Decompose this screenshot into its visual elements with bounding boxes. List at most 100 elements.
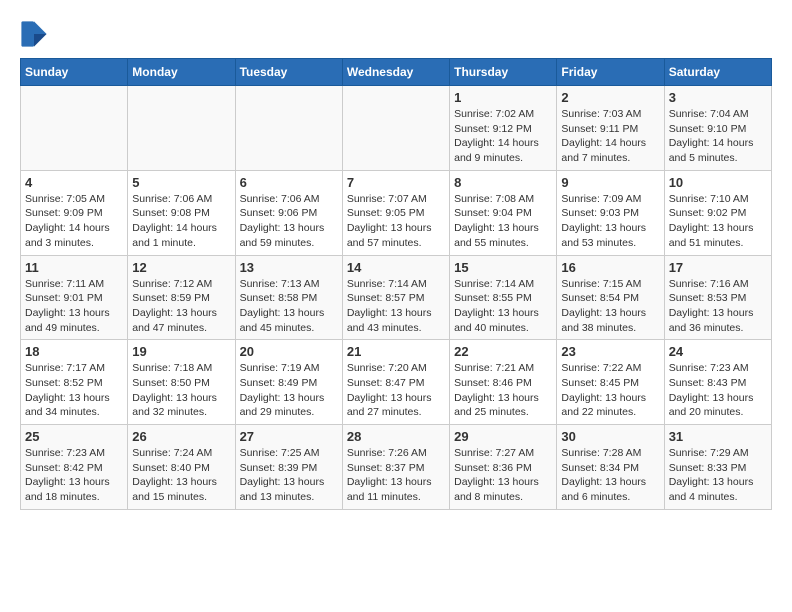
day-number: 16 — [561, 260, 659, 275]
week-row-5: 25 Sunrise: 7:23 AMSunset: 8:42 PMDayligh… — [21, 425, 772, 510]
day-number: 10 — [669, 175, 767, 190]
calendar-cell: 5 Sunrise: 7:06 AMSunset: 9:08 PMDaylight… — [128, 170, 235, 255]
day-number: 17 — [669, 260, 767, 275]
calendar-cell: 7 Sunrise: 7:07 AMSunset: 9:05 PMDaylight… — [342, 170, 449, 255]
day-info: Sunrise: 7:15 AMSunset: 8:54 PMDaylight:… — [561, 277, 659, 336]
day-info: Sunrise: 7:12 AMSunset: 8:59 PMDaylight:… — [132, 277, 230, 336]
header-saturday: Saturday — [664, 59, 771, 86]
day-number: 20 — [240, 344, 338, 359]
calendar-cell: 9Sunrise: 7:09 AMSunset: 9:03 PMDaylight… — [557, 170, 664, 255]
calendar-cell: 27 Sunrise: 7:25 AMSunset: 8:39 PMDayligh… — [235, 425, 342, 510]
day-number: 14 — [347, 260, 445, 275]
calendar-cell: 17Sunrise: 7:16 AMSunset: 8:53 PMDayligh… — [664, 255, 771, 340]
day-number: 30 — [561, 429, 659, 444]
day-number: 26 — [132, 429, 230, 444]
header-row: SundayMondayTuesdayWednesdayThursdayFrid… — [21, 59, 772, 86]
week-row-1: 1 Sunrise: 7:02 AMSunset: 9:12 PMDaylight… — [21, 86, 772, 171]
day-info: Sunrise: 7:05 AMSunset: 9:09 PMDaylight:… — [25, 192, 123, 251]
day-number: 25 — [25, 429, 123, 444]
calendar-cell — [235, 86, 342, 171]
header-monday: Monday — [128, 59, 235, 86]
day-number: 3 — [669, 90, 767, 105]
header-wednesday: Wednesday — [342, 59, 449, 86]
calendar-cell: 16 Sunrise: 7:15 AMSunset: 8:54 PMDayligh… — [557, 255, 664, 340]
day-number: 27 — [240, 429, 338, 444]
day-info: Sunrise: 7:26 AMSunset: 8:37 PMDaylight:… — [347, 446, 445, 505]
calendar-table: SundayMondayTuesdayWednesdayThursdayFrid… — [20, 58, 772, 510]
day-info: Sunrise: 7:21 AMSunset: 8:46 PMDaylight:… — [454, 361, 552, 420]
calendar-cell: 8 Sunrise: 7:08 AMSunset: 9:04 PMDaylight… — [450, 170, 557, 255]
day-info: Sunrise: 7:28 AMSunset: 8:34 PMDaylight:… — [561, 446, 659, 505]
week-row-3: 11 Sunrise: 7:11 AMSunset: 9:01 PMDayligh… — [21, 255, 772, 340]
calendar-cell: 11 Sunrise: 7:11 AMSunset: 9:01 PMDayligh… — [21, 255, 128, 340]
week-row-4: 18Sunrise: 7:17 AMSunset: 8:52 PMDayligh… — [21, 340, 772, 425]
day-number: 11 — [25, 260, 123, 275]
day-info: Sunrise: 7:24 AMSunset: 8:40 PMDaylight:… — [132, 446, 230, 505]
day-info: Sunrise: 7:10 AMSunset: 9:02 PMDaylight:… — [669, 192, 767, 251]
calendar-cell: 19 Sunrise: 7:18 AMSunset: 8:50 PMDayligh… — [128, 340, 235, 425]
calendar-cell — [342, 86, 449, 171]
calendar-cell: 28 Sunrise: 7:26 AMSunset: 8:37 PMDayligh… — [342, 425, 449, 510]
calendar-cell: 12Sunrise: 7:12 AMSunset: 8:59 PMDayligh… — [128, 255, 235, 340]
day-info: Sunrise: 7:13 AMSunset: 8:58 PMDaylight:… — [240, 277, 338, 336]
calendar-cell: 10 Sunrise: 7:10 AMSunset: 9:02 PMDayligh… — [664, 170, 771, 255]
day-info: Sunrise: 7:27 AMSunset: 8:36 PMDaylight:… — [454, 446, 552, 505]
day-info: Sunrise: 7:25 AMSunset: 8:39 PMDaylight:… — [240, 446, 338, 505]
calendar-cell: 31 Sunrise: 7:29 AMSunset: 8:33 PMDayligh… — [664, 425, 771, 510]
day-info: Sunrise: 7:02 AMSunset: 9:12 PMDaylight:… — [454, 107, 552, 166]
day-info: Sunrise: 7:04 AMSunset: 9:10 PMDaylight:… — [669, 107, 767, 166]
calendar-cell: 15 Sunrise: 7:14 AMSunset: 8:55 PMDayligh… — [450, 255, 557, 340]
day-number: 19 — [132, 344, 230, 359]
calendar-cell: 13 Sunrise: 7:13 AMSunset: 8:58 PMDayligh… — [235, 255, 342, 340]
day-info: Sunrise: 7:07 AMSunset: 9:05 PMDaylight:… — [347, 192, 445, 251]
day-number: 9 — [561, 175, 659, 190]
week-row-2: 4 Sunrise: 7:05 AMSunset: 9:09 PMDaylight… — [21, 170, 772, 255]
day-info: Sunrise: 7:14 AMSunset: 8:57 PMDaylight:… — [347, 277, 445, 336]
day-number: 7 — [347, 175, 445, 190]
calendar-cell: 30 Sunrise: 7:28 AMSunset: 8:34 PMDayligh… — [557, 425, 664, 510]
calendar-cell: 20 Sunrise: 7:19 AMSunset: 8:49 PMDayligh… — [235, 340, 342, 425]
day-number: 15 — [454, 260, 552, 275]
calendar-cell: 23 Sunrise: 7:22 AMSunset: 8:45 PMDayligh… — [557, 340, 664, 425]
calendar-cell: 18Sunrise: 7:17 AMSunset: 8:52 PMDayligh… — [21, 340, 128, 425]
day-info: Sunrise: 7:06 AMSunset: 9:08 PMDaylight:… — [132, 192, 230, 251]
day-number: 24 — [669, 344, 767, 359]
day-number: 21 — [347, 344, 445, 359]
calendar-cell — [21, 86, 128, 171]
day-info: Sunrise: 7:22 AMSunset: 8:45 PMDaylight:… — [561, 361, 659, 420]
day-number: 6 — [240, 175, 338, 190]
day-info: Sunrise: 7:19 AMSunset: 8:49 PMDaylight:… — [240, 361, 338, 420]
calendar-cell: 4 Sunrise: 7:05 AMSunset: 9:09 PMDaylight… — [21, 170, 128, 255]
day-number: 13 — [240, 260, 338, 275]
logo — [20, 20, 52, 48]
header-thursday: Thursday — [450, 59, 557, 86]
header-friday: Friday — [557, 59, 664, 86]
day-info: Sunrise: 7:14 AMSunset: 8:55 PMDaylight:… — [454, 277, 552, 336]
calendar-cell — [128, 86, 235, 171]
calendar-cell: 21Sunrise: 7:20 AMSunset: 8:47 PMDayligh… — [342, 340, 449, 425]
calendar-cell: 6 Sunrise: 7:06 AMSunset: 9:06 PMDaylight… — [235, 170, 342, 255]
day-info: Sunrise: 7:11 AMSunset: 9:01 PMDaylight:… — [25, 277, 123, 336]
day-number: 4 — [25, 175, 123, 190]
day-number: 8 — [454, 175, 552, 190]
calendar-cell: 14 Sunrise: 7:14 AMSunset: 8:57 PMDayligh… — [342, 255, 449, 340]
day-number: 5 — [132, 175, 230, 190]
day-info: Sunrise: 7:17 AMSunset: 8:52 PMDaylight:… — [25, 361, 123, 420]
day-number: 22 — [454, 344, 552, 359]
day-number: 23 — [561, 344, 659, 359]
calendar-cell: 22 Sunrise: 7:21 AMSunset: 8:46 PMDayligh… — [450, 340, 557, 425]
day-info: Sunrise: 7:23 AMSunset: 8:42 PMDaylight:… — [25, 446, 123, 505]
day-info: Sunrise: 7:18 AMSunset: 8:50 PMDaylight:… — [132, 361, 230, 420]
day-info: Sunrise: 7:06 AMSunset: 9:06 PMDaylight:… — [240, 192, 338, 251]
day-number: 28 — [347, 429, 445, 444]
day-info: Sunrise: 7:29 AMSunset: 8:33 PMDaylight:… — [669, 446, 767, 505]
calendar-cell: 26 Sunrise: 7:24 AMSunset: 8:40 PMDayligh… — [128, 425, 235, 510]
day-number: 2 — [561, 90, 659, 105]
day-number: 1 — [454, 90, 552, 105]
calendar-cell: 3 Sunrise: 7:04 AMSunset: 9:10 PMDaylight… — [664, 86, 771, 171]
page-header — [20, 20, 772, 48]
calendar-cell: 24Sunrise: 7:23 AMSunset: 8:43 PMDayligh… — [664, 340, 771, 425]
calendar-cell: 2Sunrise: 7:03 AMSunset: 9:11 PMDaylight… — [557, 86, 664, 171]
day-info: Sunrise: 7:08 AMSunset: 9:04 PMDaylight:… — [454, 192, 552, 251]
day-number: 31 — [669, 429, 767, 444]
